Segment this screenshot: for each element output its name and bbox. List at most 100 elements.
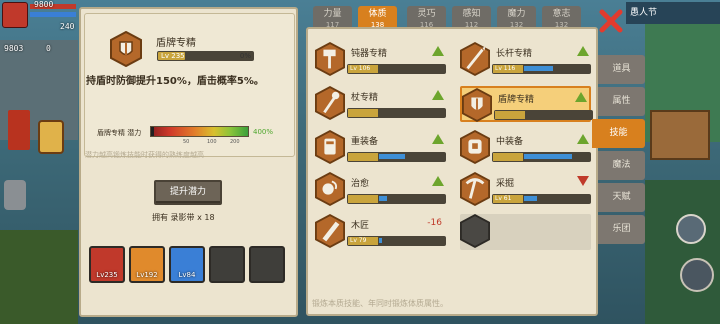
shield-icon	[462, 88, 492, 122]
hud-status: 9800 240 9803 0	[0, 0, 78, 53]
skill-xp-fill	[524, 66, 553, 71]
side-tab-band[interactable]: 乐团	[598, 215, 645, 244]
player-character	[38, 120, 64, 154]
saw-icon	[315, 214, 345, 248]
skill-level-bar	[347, 152, 446, 162]
skill-card[interactable]: 治愈	[315, 172, 446, 208]
heavy-armor-icon	[315, 130, 345, 164]
companion-level: Lv235	[96, 271, 118, 279]
tab-label: 灵巧	[417, 9, 436, 19]
skill-level-bar: Lv 116	[492, 64, 591, 74]
heal-icon	[315, 172, 345, 206]
skill-card	[460, 214, 591, 250]
hud-number: 9800	[34, 0, 54, 9]
skill-card[interactable]: 采掘 Lv 61	[460, 172, 591, 208]
skill-level-bar	[347, 194, 446, 204]
skill-change-value: -16	[427, 218, 442, 228]
skill-card[interactable]: 杖专精	[315, 86, 446, 122]
trend-up-icon	[575, 92, 587, 102]
potential-marker	[151, 127, 154, 136]
tab-label: 意志	[552, 9, 571, 19]
skill-level-fill	[495, 111, 525, 119]
skill-name: 中装备	[496, 137, 524, 147]
skill-card[interactable]: 盾牌专精	[460, 86, 593, 122]
side-tab-skills[interactable]: 技能	[592, 119, 645, 148]
potential-label: 盾牌专精 潜力	[97, 129, 142, 137]
skill-level-bar: Lv 61	[492, 194, 591, 204]
trend-up-icon	[432, 176, 444, 186]
staff-icon	[315, 86, 345, 120]
tab-label: 感知	[462, 9, 481, 19]
skill-card[interactable]: 重装备	[315, 130, 446, 166]
owned-items-text: 拥有 录影带 x 18	[152, 213, 215, 222]
skill-level-fill	[493, 153, 523, 161]
skill-level-bar: Lv 79	[347, 236, 446, 246]
hud-number: 0	[46, 44, 51, 53]
mp-bar	[30, 12, 76, 17]
trend-down-icon	[577, 176, 589, 186]
world-ground-right	[645, 180, 720, 324]
skill-level-label: Lv 61	[495, 195, 512, 202]
companion-level: Lv84	[178, 271, 196, 279]
skill-progress-percent: 0%	[239, 52, 251, 60]
skill-level-bar	[492, 152, 591, 162]
skill-level-label: Lv 106	[350, 65, 371, 72]
attack-button[interactable]	[680, 258, 714, 292]
companion-slot[interactable]: Lv235	[89, 246, 125, 283]
skill-name: 杖专精	[351, 93, 379, 103]
trend-up-icon	[577, 46, 589, 56]
side-tab-magic[interactable]: 魔法	[598, 151, 645, 180]
skill-card[interactable]: 木匠 Lv 79 -16	[315, 214, 446, 250]
trend-up-icon	[432, 90, 444, 100]
skill-level-label: Lv 79	[350, 237, 367, 244]
potential-tick: 50	[183, 139, 190, 145]
pickaxe-icon	[460, 172, 490, 206]
close-icon[interactable]	[598, 8, 624, 34]
skill-name: 盾牌专精	[498, 95, 535, 105]
potential-tick: 100	[207, 139, 217, 145]
trend-up-icon	[432, 46, 444, 56]
hud-number: 9803	[4, 44, 24, 53]
skill-level-fill	[348, 153, 378, 161]
tab-label: 魔力	[507, 9, 526, 19]
skill-xp-fill	[379, 238, 382, 243]
hud-number: 240	[60, 22, 75, 31]
skill-name: 钝器专精	[351, 49, 388, 59]
skill-card[interactable]: 钝器专精 Lv 106	[315, 42, 446, 78]
skill-card[interactable]: 长杆专精 Lv 116	[460, 42, 591, 78]
companion-slot-empty[interactable]	[249, 246, 285, 283]
companion-slot[interactable]: Lv84	[169, 246, 205, 283]
hammer-icon	[315, 42, 345, 76]
skill-name: 木匠	[351, 221, 370, 231]
potential-note: 潜力越高锻炼技能时获得的熟练度越高	[85, 151, 204, 159]
tab-label: 体质	[368, 9, 387, 19]
top-right-label: 愚人节	[626, 2, 720, 24]
joystick-button[interactable]	[676, 214, 706, 244]
selected-skill-name: 盾牌专精	[156, 38, 196, 49]
potential-max: 400%	[253, 128, 274, 136]
skill-xp-fill	[379, 154, 405, 159]
side-tab-items[interactable]: 道具	[598, 55, 645, 84]
companion-slot-empty[interactable]	[209, 246, 245, 283]
world-ground-left	[0, 230, 78, 324]
potential-tick: 200	[230, 139, 240, 145]
spear-icon	[460, 42, 490, 76]
skill-level-bar: Lv 106	[347, 64, 446, 74]
skill-level-fill	[348, 109, 378, 117]
footer-note: 锻炼本质技能、年同时锻炼体质属性。	[312, 299, 448, 308]
shield-icon	[110, 31, 142, 67]
skill-level-label: Lv 116	[495, 65, 516, 72]
companion-slot[interactable]: Lv192	[129, 246, 165, 283]
skill-card[interactable]: 中装备	[460, 130, 591, 166]
medium-armor-icon	[460, 130, 490, 164]
world-house-right	[650, 110, 710, 160]
side-tab-attributes[interactable]: 属性	[598, 87, 645, 116]
upgrade-potential-button[interactable]: 提升潜力	[154, 180, 222, 205]
skill-xp-fill	[379, 196, 387, 201]
trend-up-icon	[577, 134, 589, 144]
skill-name: 重装备	[351, 137, 379, 147]
skill-xp-fill	[524, 196, 537, 201]
skill-xp-fill	[524, 154, 572, 159]
side-tab-talents[interactable]: 天赋	[598, 183, 645, 212]
empty-slot-icon	[460, 214, 490, 248]
